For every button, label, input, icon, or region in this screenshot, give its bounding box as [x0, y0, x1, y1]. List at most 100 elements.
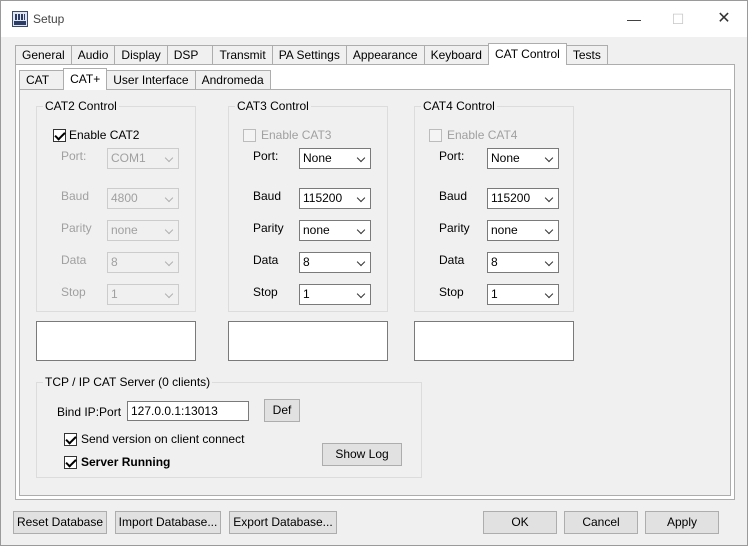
- cat3-data-select[interactable]: 8: [299, 252, 371, 273]
- cat3-data-value: 8: [303, 255, 310, 269]
- cat4-parity-select[interactable]: none: [487, 220, 559, 241]
- send-version-label: Send version on client connect: [81, 432, 245, 446]
- cat3-baud-select[interactable]: 115200: [299, 188, 371, 209]
- cat4-group: CAT4 Control Enable CAT4 Port: None Baud…: [414, 99, 574, 312]
- cat3-stop-value: 1: [303, 287, 310, 301]
- cat4-data-value: 8: [491, 255, 498, 269]
- bind-ip-port-input[interactable]: 127.0.0.1:13013: [127, 401, 249, 421]
- cat4-parity-value: none: [491, 223, 518, 237]
- chevron-down-icon: [356, 193, 366, 203]
- cat2-data-select[interactable]: 8: [107, 252, 179, 273]
- cat3-stop-label: Stop: [253, 285, 278, 299]
- tab-keyboard[interactable]: Keyboard: [423, 45, 489, 65]
- cat2-data-value: 8: [111, 255, 118, 269]
- maximize-button[interactable]: ☐: [663, 7, 693, 31]
- tcp-server-group: TCP / IP CAT Server (0 clients) Bind IP:…: [36, 375, 422, 478]
- chevron-down-icon: [356, 225, 366, 235]
- cat3-parity-label: Parity: [253, 221, 284, 235]
- subtab-cat-plus[interactable]: CAT+: [63, 68, 108, 90]
- enable-cat4-checkbox[interactable]: [429, 129, 442, 142]
- ok-button[interactable]: OK: [483, 511, 557, 534]
- tab-audio[interactable]: Audio: [70, 45, 116, 65]
- cat4-data-select[interactable]: 8: [487, 252, 559, 273]
- minimize-button[interactable]: —: [619, 7, 649, 31]
- cat2-port-label: Port:: [61, 149, 87, 163]
- send-version-checkbox[interactable]: [64, 433, 77, 446]
- cat3-parity-value: none: [303, 223, 330, 237]
- cat3-parity-select[interactable]: none: [299, 220, 371, 241]
- tab-general[interactable]: General: [15, 45, 72, 65]
- tab-tests[interactable]: Tests: [565, 45, 608, 65]
- cat4-status-box[interactable]: [414, 321, 574, 361]
- cat3-baud-value: 115200: [303, 191, 343, 205]
- chevron-down-icon: [164, 225, 174, 235]
- chevron-down-icon: [544, 257, 554, 267]
- tab-transmit[interactable]: Transmit: [212, 45, 273, 65]
- export-database-button[interactable]: Export Database...: [229, 511, 337, 534]
- cat2-parity-select[interactable]: none: [107, 220, 179, 241]
- tab-dsp[interactable]: DSP: [166, 45, 214, 65]
- cat4-baud-select[interactable]: 115200: [487, 188, 559, 209]
- cat3-group-title: CAT3 Control: [235, 99, 311, 113]
- cat3-port-select[interactable]: None: [299, 148, 371, 169]
- reset-database-button[interactable]: Reset Database: [13, 511, 107, 534]
- chevron-down-icon: [164, 193, 174, 203]
- cat4-stop-select[interactable]: 1: [487, 284, 559, 305]
- subtab-user-interface[interactable]: User Interface: [106, 70, 196, 90]
- tab-display[interactable]: Display: [114, 45, 168, 65]
- cat3-stop-select[interactable]: 1: [299, 284, 371, 305]
- show-log-button[interactable]: Show Log: [322, 443, 402, 466]
- cat2-baud-label: Baud: [61, 189, 90, 203]
- cat2-stop-value: 1: [111, 287, 118, 301]
- enable-cat3-checkbox[interactable]: [243, 129, 256, 142]
- cat2-stop-label: Stop: [61, 285, 86, 299]
- cat2-parity-label: Parity: [61, 221, 92, 235]
- cat3-baud-label: Baud: [253, 189, 282, 203]
- cat2-group-title: CAT2 Control: [43, 99, 119, 113]
- cat3-group: CAT3 Control Enable CAT3 Port: None Baud…: [228, 99, 388, 312]
- cat4-group-title: CAT4 Control: [421, 99, 497, 113]
- main-tab-strip: General Audio Display DSP Transmit PA Se…: [15, 43, 608, 65]
- subtab-andromeda[interactable]: Andromeda: [194, 70, 271, 90]
- cat4-parity-label: Parity: [439, 221, 470, 235]
- cat3-port-value: None: [303, 151, 332, 165]
- chevron-down-icon: [544, 289, 554, 299]
- def-button[interactable]: Def: [264, 399, 300, 422]
- cat2-status-box[interactable]: [36, 321, 196, 361]
- cat2-baud-select[interactable]: 4800: [107, 188, 179, 209]
- cat4-baud-label: Baud: [439, 189, 468, 203]
- server-running-label: Server Running: [81, 455, 171, 469]
- cancel-button[interactable]: Cancel: [564, 511, 638, 534]
- window-title: Setup: [33, 12, 65, 26]
- chevron-down-icon: [544, 193, 554, 203]
- tcp-server-title: TCP / IP CAT Server (0 clients): [43, 375, 213, 389]
- cat3-port-label: Port:: [253, 149, 279, 163]
- subtab-cat[interactable]: CAT: [19, 70, 65, 90]
- chevron-down-icon: [164, 153, 174, 163]
- cat4-baud-value: 115200: [491, 191, 531, 205]
- tab-appearance[interactable]: Appearance: [345, 45, 425, 65]
- cat4-stop-label: Stop: [439, 285, 464, 299]
- tab-cat-control[interactable]: CAT Control: [487, 43, 567, 65]
- app-icon: [12, 11, 28, 27]
- chevron-down-icon: [164, 289, 174, 299]
- import-database-button[interactable]: Import Database...: [115, 511, 221, 534]
- apply-button[interactable]: Apply: [645, 511, 719, 534]
- cat2-group: CAT2 Control Enable CAT2 Port: COM1 Baud…: [36, 99, 196, 312]
- cat2-parity-value: none: [111, 223, 138, 237]
- enable-cat2-label: Enable CAT2: [69, 128, 140, 142]
- cat2-stop-select[interactable]: 1: [107, 284, 179, 305]
- tab-pa-settings[interactable]: PA Settings: [271, 45, 347, 65]
- server-running-checkbox[interactable]: [64, 456, 77, 469]
- cat2-port-select[interactable]: COM1: [107, 148, 179, 169]
- cat4-port-value: None: [491, 151, 520, 165]
- enable-cat2-checkbox[interactable]: [53, 129, 66, 142]
- chevron-down-icon: [544, 153, 554, 163]
- cat2-data-label: Data: [61, 253, 87, 267]
- close-button[interactable]: ✕: [709, 7, 739, 31]
- cat3-status-box[interactable]: [228, 321, 388, 361]
- cat4-port-select[interactable]: None: [487, 148, 559, 169]
- cat2-baud-value: 4800: [111, 191, 138, 205]
- chevron-down-icon: [164, 257, 174, 267]
- sub-tab-strip: CAT CAT+ User Interface Andromeda: [19, 68, 271, 90]
